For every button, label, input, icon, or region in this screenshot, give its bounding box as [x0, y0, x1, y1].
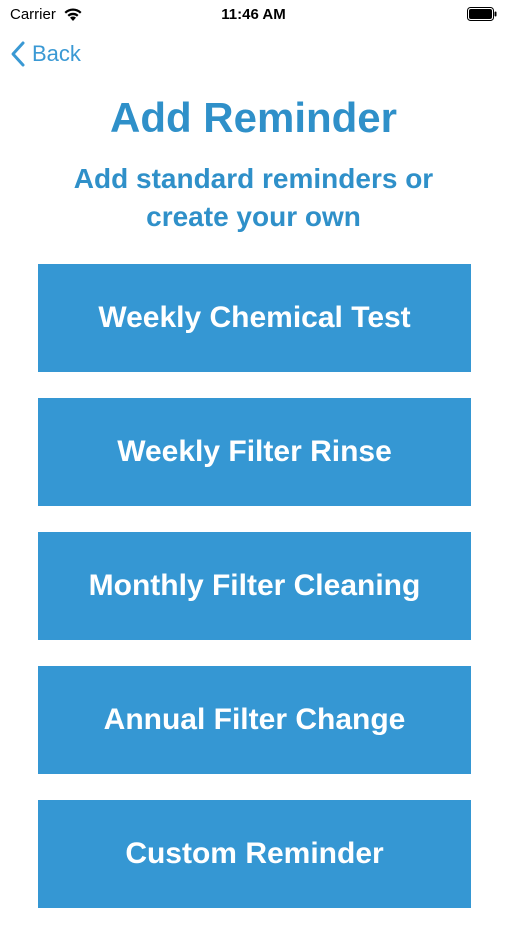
reminder-list: Weekly Chemical Test Weekly Filter Rinse…: [38, 264, 471, 934]
page-subtitle: Add standard reminders or create your ow…: [73, 163, 434, 232]
nav-bar: Back: [10, 40, 81, 76]
chevron-left-icon: [11, 41, 25, 67]
back-button[interactable]: Back: [10, 40, 81, 68]
back-label: Back: [32, 41, 81, 66]
monthly-filter-cleaning-button[interactable]: Monthly Filter Cleaning: [38, 532, 471, 640]
page-title: Add Reminder: [109, 94, 398, 141]
status-time: 11:46 AM: [221, 6, 286, 23]
status-bar: Carrier 11:46 AM: [0, 0, 507, 30]
battery-icon: [467, 7, 497, 21]
weekly-filter-rinse-button[interactable]: Weekly Filter Rinse: [38, 398, 471, 506]
annual-filter-change-button[interactable]: Annual Filter Change: [38, 666, 471, 774]
weekly-chemical-test-button[interactable]: Weekly Chemical Test: [38, 264, 471, 372]
custom-reminder-button[interactable]: Custom Reminder: [38, 800, 471, 908]
